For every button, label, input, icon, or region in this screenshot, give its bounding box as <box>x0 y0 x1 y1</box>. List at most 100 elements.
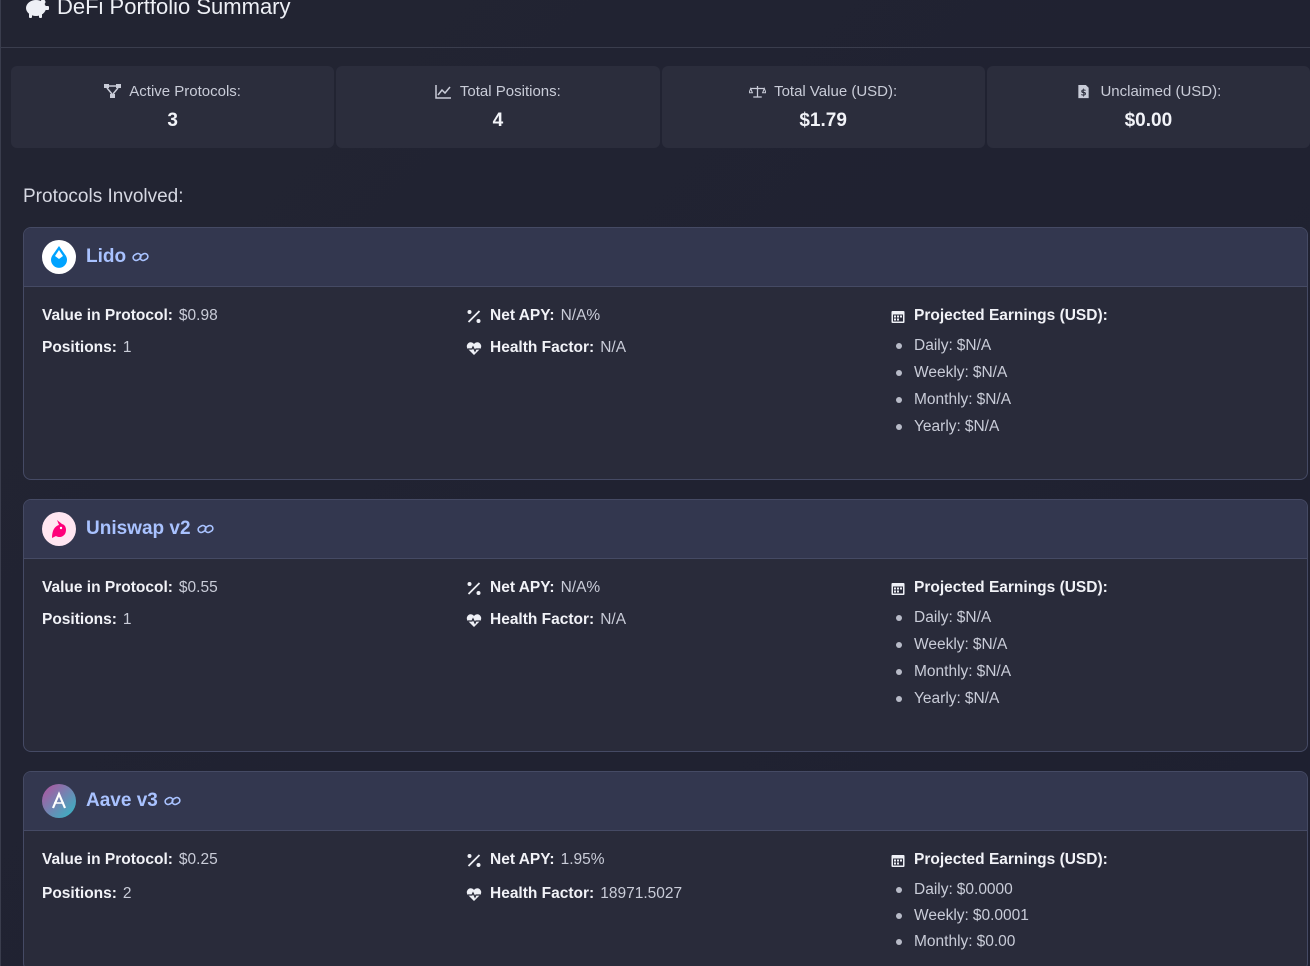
heartbeat-icon <box>466 613 482 627</box>
earnings-monthly: Monthly: $N/A <box>890 663 1289 681</box>
earnings-daily: Daily: $0.0000 <box>890 881 1289 899</box>
health-label: Health Factor: <box>490 339 595 356</box>
monthly-value: $N/A <box>976 663 1012 680</box>
positions-count: Positions: 1 <box>42 339 466 357</box>
protocol-card-body: Value in Protocol: $0.25 Positions: 2 Net … <box>24 831 1307 966</box>
percent-icon <box>467 853 481 867</box>
daily-value: $0.0000 <box>956 881 1013 898</box>
health-value: 18971.5027 <box>600 885 683 902</box>
lido-drop-icon <box>51 246 67 268</box>
value-label: Value in Protocol: <box>42 579 173 596</box>
network-icon <box>104 83 122 98</box>
calendar-icon <box>891 310 905 323</box>
earnings-daily: Daily: $N/A <box>890 609 1289 627</box>
value-amount: $0.25 <box>178 851 218 868</box>
positions-value: 1 <box>122 611 132 628</box>
protocol-name-link[interactable]: Aave v3 <box>86 790 158 812</box>
projected-earnings: Projected Earnings (USD): Daily: $N/A Wee… <box>890 307 1289 436</box>
weekly-label: Weekly: <box>914 364 969 381</box>
projected-earnings: Projected Earnings (USD): Daily: $0.0000 … <box>890 851 1289 951</box>
value-amount: $0.98 <box>178 307 218 324</box>
projected-earnings-heading: Projected Earnings (USD): <box>890 851 1289 869</box>
apy-label: Net APY: <box>490 851 555 868</box>
stat-label-text: Unclaimed (USD): <box>1100 82 1222 100</box>
summary-stats: Active Protocols: 3 Total Positions: 4 T… <box>11 66 1310 148</box>
yearly-label: Yearly: <box>914 418 961 435</box>
protocol-card-uniswap: Uniswap v2 Value in Protocol: $0.55 Posit… <box>23 499 1308 752</box>
projected-label: Projected Earnings (USD): <box>914 307 1108 324</box>
net-apy: Net APY: N/A% <box>466 579 890 597</box>
weekly-label: Weekly: <box>914 907 969 924</box>
stat-active-protocols: Active Protocols: 3 <box>11 66 335 148</box>
external-link-icon[interactable] <box>196 523 214 535</box>
protocol-value-column: Value in Protocol: $0.55 Positions: 1 <box>42 579 466 708</box>
projected-earnings-heading: Projected Earnings (USD): <box>890 307 1289 325</box>
earnings-yearly: Yearly: $N/A <box>890 690 1289 708</box>
monthly-label: Monthly: <box>914 933 973 950</box>
apy-value: N/A% <box>560 307 601 324</box>
value-in-protocol: Value in Protocol: $0.25 <box>42 851 466 869</box>
positions-count: Positions: 1 <box>42 611 466 629</box>
protocol-card-header: Uniswap v2 <box>24 500 1307 559</box>
daily-label: Daily: <box>914 881 953 898</box>
protocol-name-link[interactable]: Lido <box>86 246 126 268</box>
line-chart-icon <box>435 84 451 99</box>
protocol-card-aave: Aave v3 Value in Protocol: $0.25 Position… <box>23 771 1308 966</box>
stat-label-unclaimed: $ Unclaimed (USD): <box>1075 83 1221 100</box>
protocol-card-lido: Lido Value in Protocol: $0.98 Positions: 1… <box>23 227 1308 480</box>
protocol-card-header: Lido <box>24 228 1307 287</box>
value-in-protocol: Value in Protocol: $0.98 <box>42 307 466 325</box>
positions-value: 1 <box>122 339 132 356</box>
earnings-daily: Daily: $N/A <box>890 337 1289 355</box>
stat-total-positions: Total Positions: 4 <box>336 66 660 148</box>
health-factor: Health Factor: 18971.5027 <box>466 885 890 903</box>
piggy-bank-icon <box>26 0 49 18</box>
protocol-card-header: Aave v3 <box>24 772 1307 831</box>
uniswap-logo <box>42 512 76 546</box>
daily-value: $N/A <box>956 337 992 354</box>
weekly-value: $0.0001 <box>972 907 1029 924</box>
stat-label-total-value: Total Value (USD): <box>749 83 897 100</box>
stat-value-active-protocols: 3 <box>167 109 178 131</box>
protocols-heading: Protocols Involved: <box>23 186 184 207</box>
stat-label-text: Total Positions: <box>459 82 561 100</box>
earnings-yearly: Yearly: $N/A <box>890 418 1289 436</box>
health-label: Health Factor: <box>490 885 595 902</box>
stat-total-value: Total Value (USD): $1.79 <box>661 66 985 148</box>
earnings-monthly: Monthly: $0.00 <box>890 933 1289 951</box>
health-label: Health Factor: <box>490 611 595 628</box>
protocol-value-column: Value in Protocol: $0.25 Positions: 2 <box>42 851 466 951</box>
protocol-name-link[interactable]: Uniswap v2 <box>86 518 191 540</box>
value-amount: $0.55 <box>178 579 218 596</box>
stat-value-total-value: $1.79 <box>799 109 847 131</box>
positions-label: Positions: <box>42 885 117 902</box>
positions-count: Positions: 2 <box>42 885 466 903</box>
yearly-label: Yearly: <box>914 690 961 707</box>
apy-label: Net APY: <box>490 307 555 324</box>
value-label: Value in Protocol: <box>42 307 173 324</box>
page-title: DeFi Portfolio Summary <box>23 0 291 20</box>
external-link-icon[interactable] <box>132 251 149 263</box>
earnings-list: Daily: $N/A Weekly: $N/A Monthly: $N/A Year… <box>890 337 1289 436</box>
stat-label-text: Total Value (USD): <box>774 82 898 100</box>
earnings-weekly: Weekly: $N/A <box>890 364 1289 382</box>
weekly-value: $N/A <box>972 636 1008 653</box>
page-header: DeFi Portfolio Summary <box>1 0 1310 48</box>
unicorn-icon <box>52 520 66 538</box>
daily-label: Daily: <box>914 337 953 354</box>
monthly-label: Monthly: <box>914 663 973 680</box>
net-apy: Net APY: 1.95% <box>466 851 890 869</box>
health-value: N/A <box>600 611 627 628</box>
stat-label-active-protocols: Active Protocols: <box>104 83 241 100</box>
stat-value-unclaimed: $0.00 <box>1124 109 1173 131</box>
yearly-value: $N/A <box>964 418 1000 435</box>
projected-label: Projected Earnings (USD): <box>914 579 1108 596</box>
stat-value-total-positions: 4 <box>492 109 504 131</box>
apy-value: N/A% <box>560 579 601 596</box>
daily-value: $N/A <box>956 609 992 626</box>
yearly-value: $N/A <box>964 690 1000 707</box>
aave-logo <box>42 784 76 818</box>
earnings-weekly: Weekly: $0.0001 <box>890 907 1289 925</box>
calendar-icon <box>891 854 905 867</box>
external-link-icon[interactable] <box>164 795 181 807</box>
